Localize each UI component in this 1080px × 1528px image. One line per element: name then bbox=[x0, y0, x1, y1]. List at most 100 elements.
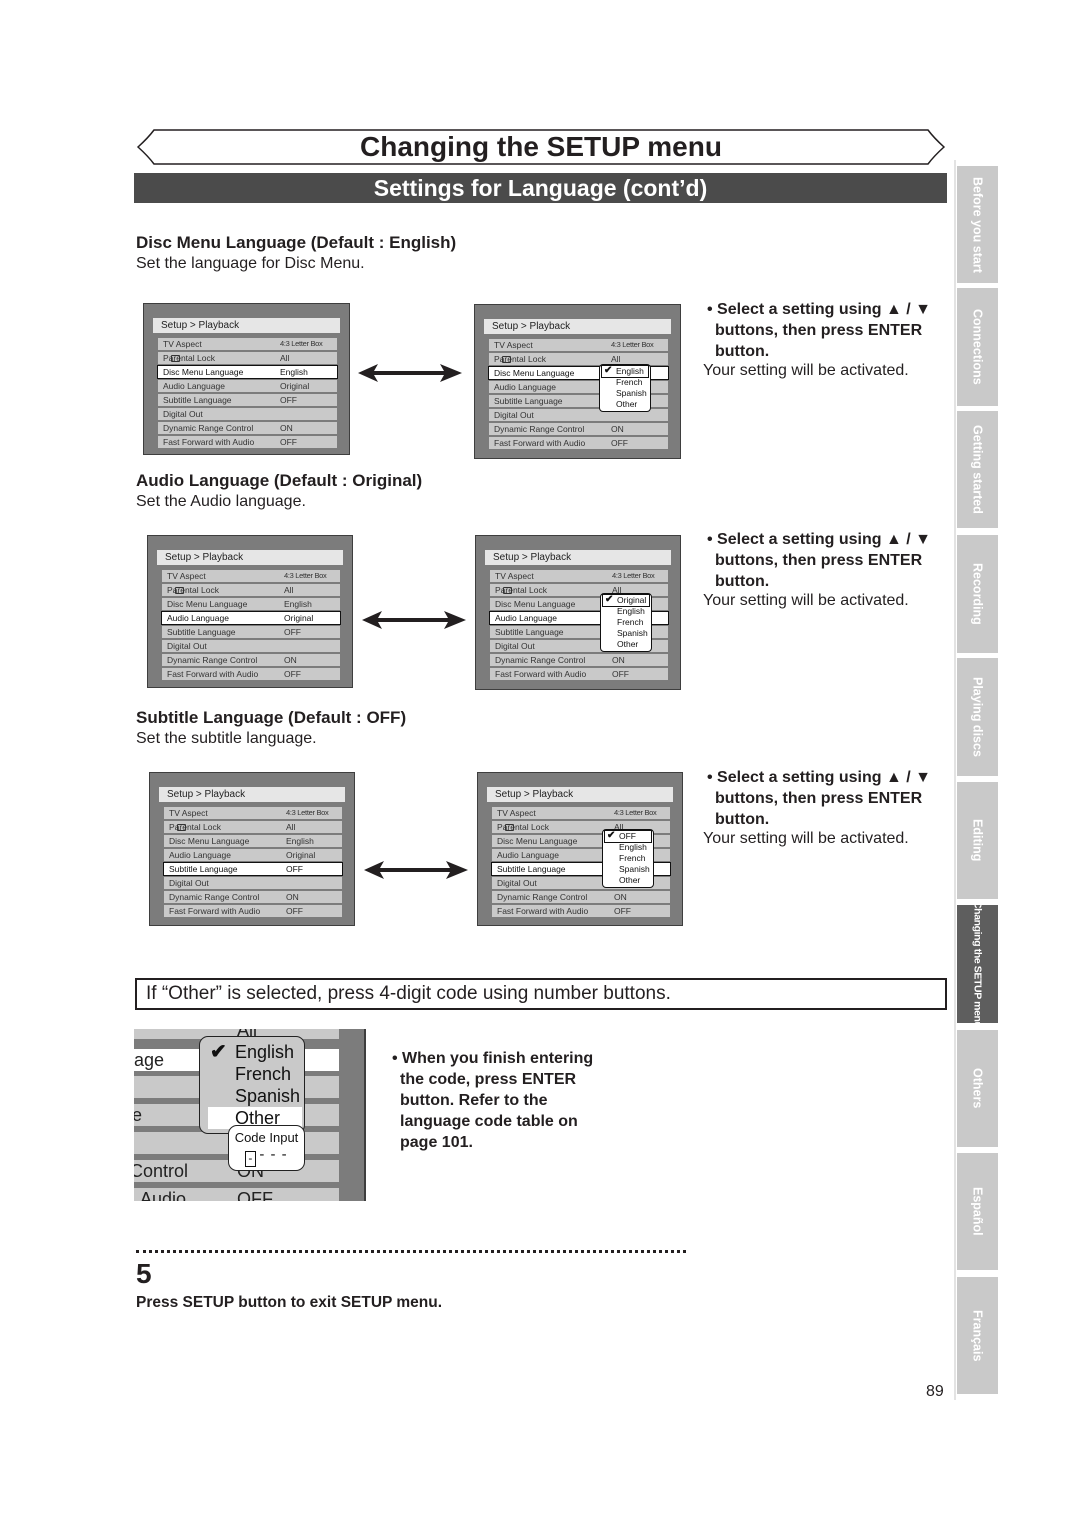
code-input-box[interactable]: Code Input -- - - bbox=[228, 1125, 305, 1171]
side-tab[interactable]: Before you start bbox=[957, 166, 998, 283]
popup-option[interactable]: French bbox=[602, 377, 648, 388]
double-arrow-icon bbox=[358, 364, 462, 382]
language-popup: English ✔ French Spanish Other bbox=[599, 364, 651, 412]
side-tab[interactable]: Recording bbox=[957, 535, 998, 653]
instruction-bold: • Select a setting using ▲ / ▼ buttons, … bbox=[707, 301, 931, 360]
menu-row-label: Digital Out bbox=[163, 409, 203, 419]
popup-option[interactable]: Other bbox=[602, 399, 648, 410]
menu-row[interactable]: Audio Language Original bbox=[158, 380, 337, 392]
side-tab[interactable]: Connections bbox=[957, 288, 998, 406]
popup-option[interactable]: English bbox=[235, 1041, 294, 1063]
menu-row-value: OFF bbox=[611, 438, 628, 448]
menu-row[interactable]: Subtitle Language OFF bbox=[162, 626, 340, 638]
menu-row[interactable]: TV Aspect 4:3 Letter Box bbox=[490, 570, 668, 582]
menu-row[interactable]: TV Aspect 4:3 Letter Box bbox=[492, 807, 670, 819]
side-tab-label: Before you start bbox=[970, 176, 985, 273]
menu-row[interactable]: TV Aspect 4:3 Letter Box bbox=[162, 570, 340, 582]
menu-row-label: Audio Language bbox=[494, 382, 556, 392]
side-tab-label: Playing discs bbox=[970, 677, 985, 757]
menu-row-value: All bbox=[280, 353, 290, 363]
popup-option[interactable]: Original ✔ bbox=[602, 594, 650, 607]
menu-row-value: 4:3 Letter Box bbox=[286, 808, 329, 817]
menu-row-label: Audio Language bbox=[169, 850, 231, 860]
menu-row[interactable]: TV Aspect 4:3 Letter Box bbox=[158, 338, 337, 350]
menu-row-label: Subtitle Language bbox=[169, 864, 238, 874]
menu-row[interactable]: Fast Forward with Audio OFF bbox=[489, 437, 668, 449]
menu-row[interactable]: Disc Menu Language English bbox=[162, 598, 340, 610]
menu-row[interactable]: TV Aspect 4:3 Letter Box bbox=[164, 807, 342, 819]
double-arrow-icon bbox=[362, 611, 466, 629]
menu-row-value: OFF bbox=[286, 864, 303, 874]
side-tab[interactable]: Changing the SETUP menu bbox=[957, 901, 998, 1027]
menu-row-value: All bbox=[284, 585, 294, 595]
menu-row-label: Parental Lock bbox=[497, 822, 549, 832]
menu-row[interactable]: Fast Forward with Audio OFF bbox=[492, 905, 670, 917]
side-divider bbox=[954, 160, 956, 1400]
dotted-divider bbox=[136, 1250, 686, 1254]
side-tab[interactable]: Playing discs bbox=[957, 658, 998, 776]
popup-option[interactable]: Spanish bbox=[235, 1085, 300, 1107]
side-tab[interactable]: Español bbox=[957, 1153, 998, 1270]
menu-row[interactable]: Fast Forward with Audio OFF bbox=[162, 668, 340, 680]
menu-row-value: Original bbox=[280, 381, 310, 391]
popup-option[interactable]: Other bbox=[605, 875, 651, 886]
side-tab[interactable]: Others bbox=[957, 1030, 998, 1147]
menu-row[interactable]: Disc Menu Language English bbox=[164, 835, 342, 847]
menu-row[interactable]: Dynamic Range Control ON bbox=[158, 422, 337, 434]
instruction-normal: Your setting will be activated. bbox=[703, 592, 909, 609]
popup-option[interactable]: Spanish bbox=[603, 628, 649, 639]
menu-row[interactable]: Fast Forward with Audio OFF bbox=[158, 436, 337, 448]
instruction-normal: Your setting will be activated. bbox=[703, 830, 909, 847]
menu-row-label: Parental Lock bbox=[494, 354, 546, 364]
popup-option[interactable]: Other bbox=[603, 639, 649, 650]
menu-row[interactable]: Digital Out bbox=[162, 640, 340, 652]
menu-row[interactable]: TV Aspect 4:3 Letter Box bbox=[489, 339, 668, 351]
menu-screen-before: Setup > Playback TV Aspect 4:3 Letter Box P… bbox=[143, 303, 350, 455]
menu-row[interactable]: Subtitle Language OFF bbox=[158, 394, 337, 406]
menu-row[interactable]: Parental Lock All bbox=[158, 352, 337, 364]
menu-row[interactable]: Parental Lock All bbox=[164, 821, 342, 833]
popup-option[interactable]: English ✔ bbox=[601, 365, 649, 378]
code-input-value: -- - - bbox=[229, 1147, 304, 1167]
menu-row[interactable]: Audio Language Original bbox=[161, 611, 341, 625]
code-instruction: • When you finish entering the code, pre… bbox=[392, 1050, 594, 1151]
menu-row-value: English bbox=[286, 836, 314, 846]
popup-option[interactable]: English bbox=[605, 842, 651, 853]
popup-option[interactable]: French bbox=[603, 617, 649, 628]
menu-row-label: Digital Out bbox=[495, 641, 535, 651]
menu-row[interactable]: Fast Forward with Audio OFF bbox=[164, 905, 342, 917]
side-tab-label: Editing bbox=[970, 819, 985, 862]
menu-row[interactable]: Subtitle Language OFF bbox=[163, 862, 343, 876]
side-tab[interactable]: Getting started bbox=[957, 411, 998, 528]
menu-row[interactable]: Dynamic Range Control ON bbox=[490, 654, 668, 666]
menu-row[interactable]: Disc Menu Language English bbox=[157, 365, 338, 379]
popup-option[interactable]: French bbox=[605, 853, 651, 864]
menu-row[interactable]: Audio Language Original bbox=[164, 849, 342, 861]
menu-row[interactable]: Digital Out bbox=[164, 877, 342, 889]
popup-option[interactable]: Spanish bbox=[605, 864, 651, 875]
menu-header: Setup > Playback bbox=[157, 550, 343, 565]
popup-option[interactable]: French bbox=[235, 1063, 291, 1085]
menu-row-value: ON bbox=[611, 424, 624, 434]
menu-row[interactable]: Dynamic Range Control ON bbox=[162, 654, 340, 666]
menu-row-value: OFF bbox=[284, 669, 301, 679]
menu-row[interactable]: Parental Lock All bbox=[162, 584, 340, 596]
menu-row[interactable]: Dynamic Range Control ON bbox=[489, 423, 668, 435]
popup-option[interactable]: Spanish bbox=[602, 388, 648, 399]
menu-row-value: OFF bbox=[614, 906, 631, 916]
menu-screen-after: Setup > Playback TV Aspect 4:3 Letter Box P… bbox=[474, 304, 681, 459]
menu-row-value: OFF bbox=[284, 627, 301, 637]
popup-option[interactable]: English bbox=[603, 606, 649, 617]
menu-row[interactable]: Digital Out bbox=[158, 408, 337, 420]
side-tab[interactable]: Editing bbox=[957, 782, 998, 899]
menu-row-label: Parental Lock bbox=[495, 585, 547, 595]
menu-row[interactable]: Dynamic Range Control ON bbox=[164, 891, 342, 903]
menu-screen-before: Setup > Playback TV Aspect 4:3 Letter Box P… bbox=[147, 535, 353, 688]
side-tab[interactable]: Français bbox=[957, 1277, 998, 1394]
instruction-block: • Select a setting using ▲ / ▼ buttons, … bbox=[703, 529, 943, 610]
menu-row[interactable]: Fast Forward with Audio OFF bbox=[490, 668, 668, 680]
popup-option[interactable]: OFF ✔ bbox=[604, 830, 652, 843]
menu-row-label: TV Aspect bbox=[495, 571, 534, 581]
menu-row[interactable]: Dynamic Range Control ON bbox=[492, 891, 670, 903]
menu-row-value: 4:3 Letter Box bbox=[280, 339, 323, 348]
